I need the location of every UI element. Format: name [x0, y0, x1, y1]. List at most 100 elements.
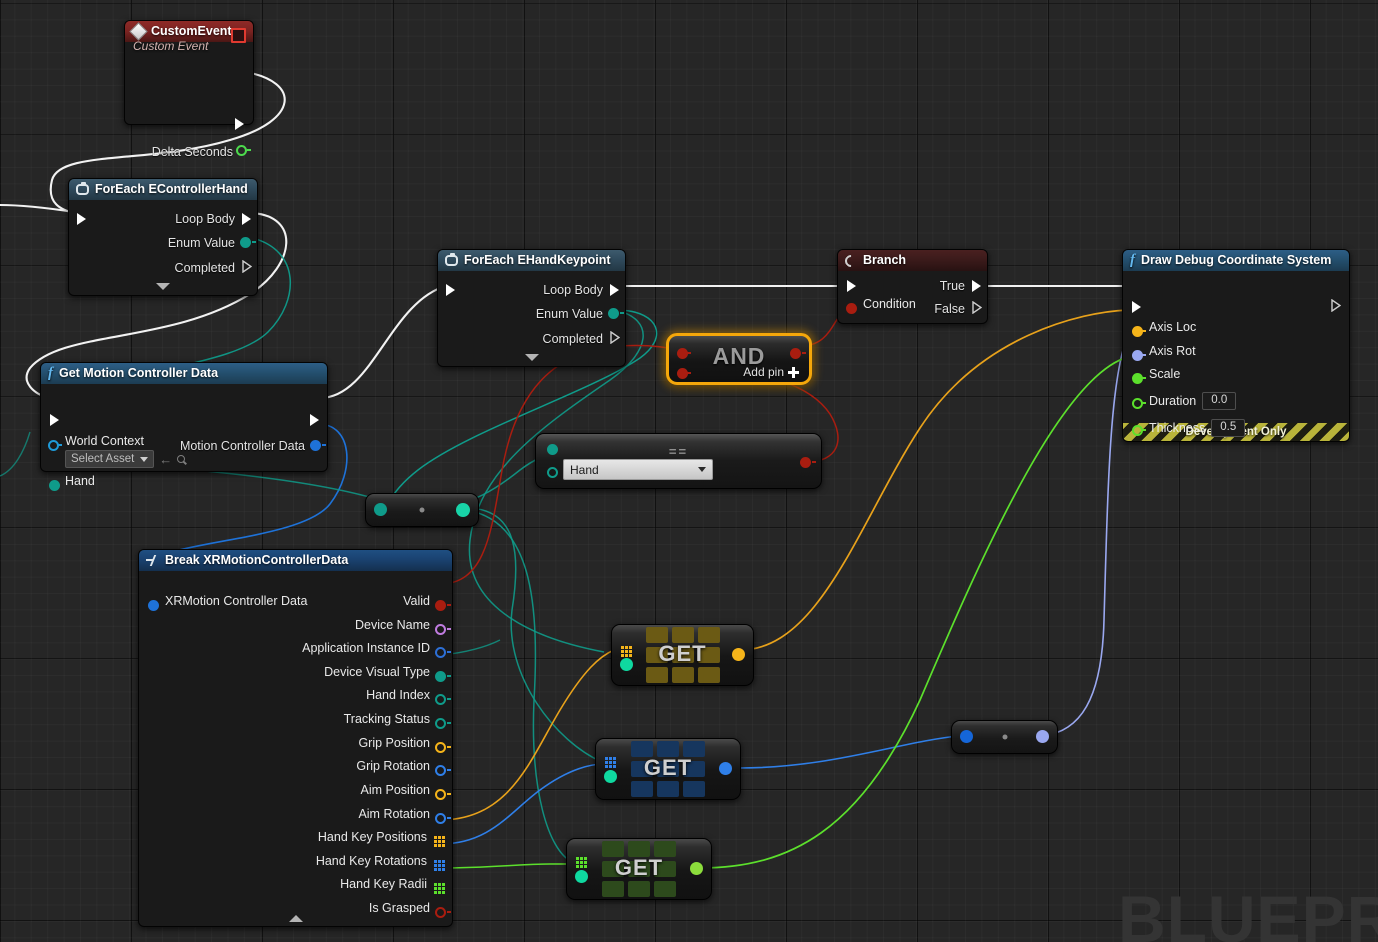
- collapse-arrow-icon[interactable]: [288, 915, 303, 922]
- pin-label-thickness: Thickness: [1149, 421, 1206, 435]
- input-pin-index[interactable]: [620, 658, 633, 671]
- output-pin-motion-controller-data[interactable]: [310, 440, 321, 451]
- output-pin-enum-value[interactable]: [608, 308, 619, 319]
- node-reroute-enum[interactable]: [365, 493, 479, 527]
- node-get-array-positions[interactable]: GET: [611, 624, 754, 686]
- collapse-arrow-icon[interactable]: [156, 283, 170, 290]
- output-pin-hand-key-radii[interactable]: [434, 883, 445, 894]
- node-get-array-radii[interactable]: GET: [566, 838, 712, 900]
- pin-nub: [322, 444, 326, 446]
- pin-nub: [1142, 377, 1146, 379]
- pin-nub: [687, 372, 691, 374]
- output-pin-result[interactable]: [790, 348, 801, 359]
- node-title: Draw Debug Coordinate System: [1141, 253, 1332, 267]
- exec-output-pin[interactable]: [235, 118, 244, 130]
- exec-input-pin[interactable]: [77, 213, 86, 225]
- output-pin[interactable]: [1036, 730, 1049, 743]
- input-pin-b[interactable]: [547, 467, 558, 478]
- exec-input-pin[interactable]: [50, 414, 59, 426]
- exec-output-pin-completed[interactable]: [242, 260, 252, 273]
- exec-output-pin-false[interactable]: [972, 301, 982, 314]
- pin-label-device-name: Device Name: [354, 618, 430, 632]
- input-pin[interactable]: [374, 503, 387, 516]
- add-pin-button[interactable]: Add pin: [743, 365, 799, 379]
- event-stop-icon[interactable]: [231, 28, 246, 43]
- output-pin-grip-position[interactable]: [435, 742, 446, 753]
- exec-output-pin-completed[interactable]: [610, 331, 620, 344]
- exec-input-pin[interactable]: [1132, 301, 1141, 313]
- output-pin-hand-key-positions[interactable]: [434, 836, 445, 847]
- input-pin-array[interactable]: [605, 757, 616, 768]
- pin-label-hand-key-radii: Hand Key Radii: [340, 877, 427, 891]
- pin-nub: [447, 675, 451, 677]
- node-custom-event[interactable]: CustomEvent Custom Event Delta Seconds: [124, 20, 254, 159]
- input-pin-condition[interactable]: [846, 303, 857, 314]
- add-pin-label: Add pin: [743, 365, 784, 379]
- function-icon: f: [48, 365, 53, 381]
- output-pin-item[interactable]: [690, 862, 703, 875]
- input-pin-xrmotion-controller-data[interactable]: [148, 600, 159, 611]
- input-pin-index[interactable]: [604, 770, 617, 783]
- pin-nub: [447, 698, 451, 700]
- exec-input-pin[interactable]: [847, 280, 856, 292]
- input-pin[interactable]: [960, 730, 973, 743]
- node-reroute-rotator[interactable]: [951, 720, 1058, 754]
- chevron-down-icon: [140, 456, 149, 462]
- output-pin[interactable]: [456, 503, 470, 517]
- node-get-array-rotations[interactable]: GET: [595, 738, 741, 800]
- output-pin-aim-position[interactable]: [435, 789, 446, 800]
- output-pin-hand-index[interactable]: [435, 694, 446, 705]
- output-pin-hand-key-rotations[interactable]: [434, 860, 445, 871]
- node-foreach-ehandkeypoint[interactable]: ForEach EHandKeypoint Loop Body Enum Val…: [437, 249, 626, 367]
- pin-label-scale: Scale: [1149, 367, 1181, 381]
- use-selected-asset-icon[interactable]: ←: [159, 453, 172, 466]
- node-title: Get Motion Controller Data: [59, 366, 219, 380]
- input-pin-array[interactable]: [576, 857, 587, 868]
- input-pin-array[interactable]: [621, 646, 632, 657]
- node-title: ForEach EHandKeypoint: [464, 253, 611, 267]
- output-pin-is-grasped[interactable]: [435, 907, 446, 918]
- node-branch[interactable]: Branch True Condition False: [837, 249, 988, 324]
- output-pin-enum-value[interactable]: [240, 237, 251, 248]
- pin-label-motion-controller-data: Motion Controller Data: [179, 438, 305, 453]
- output-pin-aim-rotation[interactable]: [435, 813, 446, 824]
- exec-output-pin-loop-body[interactable]: [242, 213, 251, 225]
- output-pin-item[interactable]: [719, 762, 732, 775]
- pin-label-is-grasped: Is Grasped: [368, 901, 430, 915]
- node-header: f Draw Debug Coordinate System: [1123, 250, 1349, 271]
- node-break-xrmotioncontrollerdata[interactable]: Break XRMotionControllerData XRMotion Co…: [138, 549, 453, 927]
- hand-enum-value: Hand: [570, 462, 599, 477]
- exec-output-pin-loop-body[interactable]: [610, 284, 619, 296]
- pin-nub: [1142, 330, 1146, 332]
- input-pin-a[interactable]: [547, 444, 558, 455]
- output-pin-valid[interactable]: [435, 600, 446, 611]
- pin-label-true: True: [939, 278, 965, 293]
- output-pin-tracking-status[interactable]: [435, 718, 446, 729]
- exec-output-pin-true[interactable]: [972, 280, 981, 292]
- collapse-arrow-icon[interactable]: [524, 354, 539, 361]
- output-pin-item[interactable]: [732, 648, 745, 661]
- node-get-motion-controller-data[interactable]: f Get Motion Controller Data World Conte…: [40, 362, 328, 491]
- output-pin-application-instance-id[interactable]: [435, 647, 446, 658]
- select-asset-dropdown[interactable]: Select Asset: [65, 450, 155, 468]
- duration-input[interactable]: 0.0: [1202, 392, 1237, 410]
- hand-enum-select[interactable]: Hand: [563, 459, 713, 480]
- output-pin-grip-rotation[interactable]: [435, 765, 446, 776]
- pin-nub: [447, 628, 451, 630]
- thickness-input[interactable]: 0.5: [1211, 419, 1246, 437]
- node-foreach-econtrollerhand[interactable]: ForEach EControllerHand Loop Body Enum V…: [68, 178, 258, 296]
- output-pin-device-visual-type[interactable]: [435, 671, 446, 682]
- exec-input-pin[interactable]: [446, 284, 455, 296]
- input-pin-index[interactable]: [575, 870, 588, 883]
- node-enum-equality[interactable]: == Hand: [535, 433, 822, 489]
- output-pin-delta-seconds[interactable]: [236, 145, 247, 156]
- node-draw-debug-coordinate-system[interactable]: f Draw Debug Coordinate System Axis Loc …: [1122, 249, 1350, 442]
- exec-output-pin[interactable]: [310, 414, 319, 426]
- blueprint-graph-canvas[interactable]: BLUEPRINT: [0, 0, 1378, 942]
- exec-output-pin[interactable]: [1331, 299, 1341, 312]
- world-context-asset-picker[interactable]: Select Asset ←: [65, 450, 186, 468]
- output-pin-result[interactable]: [800, 457, 811, 468]
- node-and-boolean[interactable]: AND Add pin: [666, 333, 812, 385]
- output-pin-device-name[interactable]: [435, 624, 446, 635]
- input-pin-hand[interactable]: [49, 480, 60, 491]
